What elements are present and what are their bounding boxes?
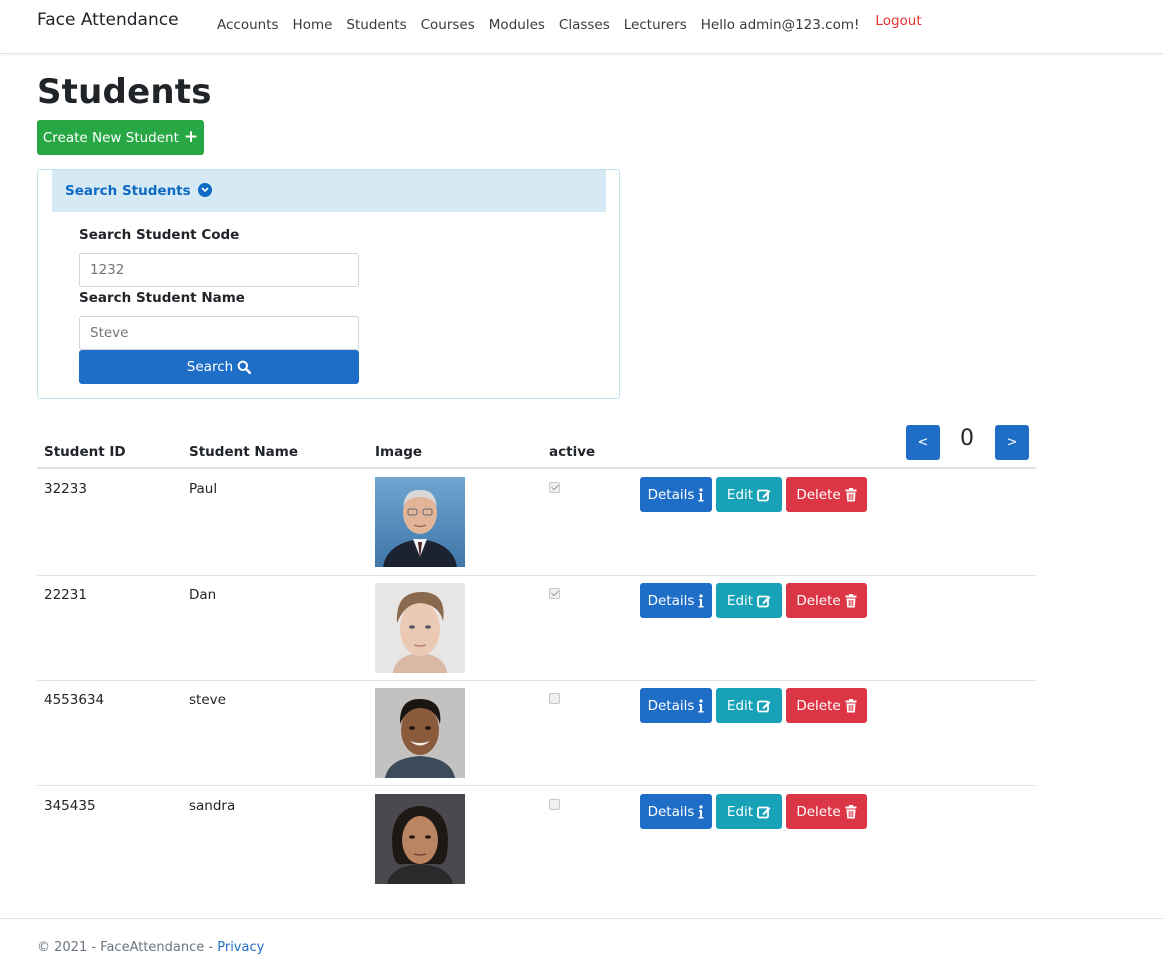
next-page-button[interactable]: > bbox=[995, 425, 1029, 460]
delete-button[interactable]: Delete bbox=[786, 794, 867, 829]
edit-label: Edit bbox=[726, 592, 754, 609]
details-button[interactable]: Details bbox=[640, 688, 712, 723]
row-divider bbox=[37, 785, 1036, 786]
create-student-label: Create New Student bbox=[42, 129, 179, 146]
footer-divider bbox=[0, 918, 1163, 919]
edit-button[interactable]: Edit bbox=[716, 477, 782, 512]
info-icon bbox=[698, 487, 704, 502]
row-4-student-id: 345435 bbox=[44, 798, 96, 814]
edit-label: Edit bbox=[726, 803, 754, 820]
plus-icon: + bbox=[183, 127, 199, 147]
search-button-label: Search bbox=[186, 359, 234, 375]
row-4-active-checkbox[interactable] bbox=[549, 799, 560, 810]
nav-home[interactable]: Home bbox=[286, 17, 340, 33]
column-header-image: Image bbox=[375, 444, 423, 460]
row-1-student-id: 32233 bbox=[44, 481, 87, 497]
details-label: Details bbox=[647, 803, 695, 820]
column-header-student-name: Student Name bbox=[189, 444, 299, 460]
footer-copyright: © 2021 - FaceAttendance - bbox=[37, 940, 218, 955]
column-header-active: active bbox=[549, 444, 596, 460]
row-divider bbox=[37, 680, 1036, 681]
details-label: Details bbox=[647, 592, 695, 609]
edit-icon bbox=[757, 699, 771, 713]
row-2-student-id: 22231 bbox=[44, 587, 87, 603]
edit-button[interactable]: Edit bbox=[716, 583, 782, 618]
details-button[interactable]: Details bbox=[640, 477, 712, 512]
nav-lecturers[interactable]: Lecturers bbox=[617, 17, 694, 33]
student-photo bbox=[375, 688, 465, 778]
details-label: Details bbox=[647, 486, 695, 503]
search-button[interactable]: Search bbox=[79, 350, 359, 384]
student-name-label: Search Student Name bbox=[79, 290, 245, 306]
delete-label: Delete bbox=[796, 486, 841, 503]
chevron-down-circle-icon bbox=[198, 183, 213, 197]
row-3-student-id: 4553634 bbox=[44, 692, 105, 708]
logout-button[interactable]: Logout bbox=[866, 13, 928, 29]
row-1-student-name: Paul bbox=[189, 481, 218, 497]
row-4-student-name: sandra bbox=[189, 798, 236, 814]
create-student-button[interactable]: Create New Student + bbox=[37, 120, 204, 155]
delete-button[interactable]: Delete bbox=[786, 688, 867, 723]
nav-accounts[interactable]: Accounts bbox=[210, 17, 286, 33]
search-panel-toggle[interactable]: Search Students bbox=[65, 183, 213, 199]
privacy-link[interactable]: Privacy bbox=[217, 940, 264, 955]
details-button[interactable]: Details bbox=[640, 794, 712, 829]
nav-user-greeting[interactable]: Hello admin@123.com! bbox=[694, 17, 867, 33]
info-icon bbox=[698, 698, 704, 713]
current-page-number: 0 bbox=[960, 426, 974, 451]
delete-label: Delete bbox=[796, 803, 841, 820]
trash-icon bbox=[845, 487, 857, 502]
edit-button[interactable]: Edit bbox=[716, 688, 782, 723]
search-icon bbox=[237, 360, 252, 374]
row-divider bbox=[37, 575, 1036, 576]
nav-courses[interactable]: Courses bbox=[414, 17, 482, 33]
delete-label: Delete bbox=[796, 697, 841, 714]
trash-icon bbox=[845, 593, 857, 608]
trash-icon bbox=[845, 698, 857, 713]
edit-icon bbox=[757, 488, 771, 502]
student-photo bbox=[375, 477, 465, 567]
edit-label: Edit bbox=[726, 697, 754, 714]
search-panel: Search Students Search Student Code Sear… bbox=[37, 169, 620, 399]
info-icon bbox=[698, 804, 704, 819]
nav-classes[interactable]: Classes bbox=[552, 17, 617, 33]
table-header-divider bbox=[37, 467, 1036, 469]
student-photo bbox=[375, 794, 465, 884]
trash-icon bbox=[845, 804, 857, 819]
column-header-student-id: Student ID bbox=[44, 444, 126, 460]
footer: © 2021 - FaceAttendance - Privacy bbox=[37, 940, 264, 955]
search-panel-header[interactable]: Search Students bbox=[52, 170, 606, 212]
student-code-label: Search Student Code bbox=[79, 227, 240, 243]
row-1-active-checkbox[interactable] bbox=[549, 482, 560, 493]
top-navbar: Face Attendance Accounts Home Students C… bbox=[0, 0, 1163, 54]
delete-button[interactable]: Delete bbox=[786, 477, 867, 512]
page-title: Students bbox=[37, 72, 212, 112]
row-3-student-name: steve bbox=[189, 692, 226, 708]
nav-links: Accounts Home Students Courses Modules C… bbox=[210, 13, 929, 33]
student-code-input[interactable] bbox=[79, 253, 359, 287]
prev-page-button[interactable]: < bbox=[906, 425, 940, 460]
delete-label: Delete bbox=[796, 592, 841, 609]
brand-link[interactable]: Face Attendance bbox=[37, 10, 179, 30]
row-2-active-checkbox[interactable] bbox=[549, 588, 560, 599]
info-icon bbox=[698, 593, 704, 608]
edit-label: Edit bbox=[726, 486, 754, 503]
student-name-input[interactable] bbox=[79, 316, 359, 350]
row-2-student-name: Dan bbox=[189, 587, 217, 603]
delete-button[interactable]: Delete bbox=[786, 583, 867, 618]
search-panel-title: Search Students bbox=[65, 183, 191, 199]
edit-icon bbox=[757, 805, 771, 819]
details-button[interactable]: Details bbox=[640, 583, 712, 618]
nav-students[interactable]: Students bbox=[339, 17, 413, 33]
edit-button[interactable]: Edit bbox=[716, 794, 782, 829]
nav-modules[interactable]: Modules bbox=[482, 17, 552, 33]
details-label: Details bbox=[647, 697, 695, 714]
edit-icon bbox=[757, 594, 771, 608]
row-3-active-checkbox[interactable] bbox=[549, 693, 560, 704]
student-photo bbox=[375, 583, 465, 673]
